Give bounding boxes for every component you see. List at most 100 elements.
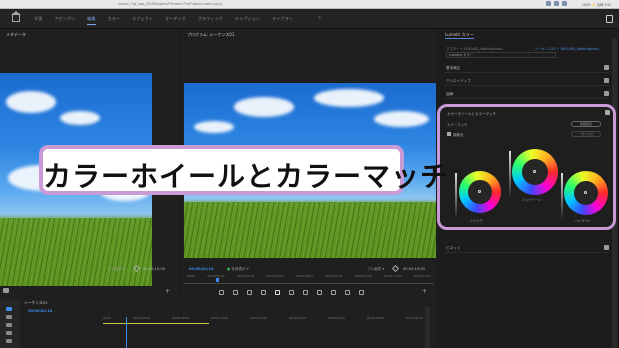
camera-icon[interactable]: [3, 288, 9, 293]
section-vignette[interactable]: ビネット: [444, 244, 609, 253]
go-to-in-icon[interactable]: [247, 290, 252, 295]
master-clip-label: マスター * 1645465_WaterdfaImo..: [446, 47, 505, 51]
mark-out-icon[interactable]: [233, 290, 238, 295]
midtone-slider[interactable]: [509, 151, 511, 197]
lumetri-sequence-clip[interactable]: シーケンス01 * 1645465_WaterdfaImo..: [535, 46, 601, 51]
extract-icon[interactable]: [331, 290, 336, 295]
track-select-icon[interactable]: [6, 315, 12, 319]
section-checkbox[interactable]: [604, 91, 609, 96]
source-zoom-label: フル画質: [107, 267, 122, 271]
lumetri-panel-title[interactable]: Lumetri カラー: [445, 32, 474, 39]
workspace-tab[interactable]: 編集: [81, 16, 101, 25]
section-curves[interactable]: 曲線: [444, 90, 609, 99]
color-wheels-title[interactable]: カラーホイールとカラーマッチ: [447, 112, 496, 117]
ripple-edit-icon[interactable]: [6, 323, 12, 327]
timeline-scrollbar[interactable]: [425, 307, 430, 348]
lumetri-master-clip[interactable]: マスター * 1645465_WaterdfaImo..: [446, 46, 504, 51]
workspace-tab[interactable]: アセンブリ: [48, 16, 81, 22]
program-fit-select[interactable]: ● 全体表示 ▾: [227, 267, 249, 272]
ruler-tick-label: 00;00;32;00: [405, 316, 423, 320]
compare-icon[interactable]: [359, 290, 364, 295]
highlight-slider[interactable]: [561, 173, 563, 219]
wifi-icon[interactable]: [562, 1, 567, 6]
workspace-tab[interactable]: 学習: [28, 16, 48, 22]
lumetri-preset-select[interactable]: Lumetri カラー: [446, 52, 556, 58]
share-icon[interactable]: [606, 15, 613, 23]
export-frame-icon[interactable]: [345, 290, 350, 295]
slip-tool-icon[interactable]: [6, 339, 12, 343]
play-icon[interactable]: [275, 290, 280, 295]
fit-dot: ●: [227, 267, 231, 271]
workspace-more-icon[interactable]: »: [318, 15, 321, 21]
workspace-tab[interactable]: エフェクト: [126, 16, 159, 22]
transport-controls: [219, 290, 364, 295]
wrench-icon[interactable]: [391, 264, 400, 273]
ruler-tick-label: 00;00;08;00: [171, 316, 190, 320]
ruler-tick-label: 00;00;14;00: [384, 274, 402, 278]
preset-label: Lumetri カラー: [449, 53, 474, 57]
sequence-timecode[interactable]: 00;00;02;10: [28, 309, 52, 313]
section-basic-correction[interactable]: 基本補正: [444, 64, 609, 73]
sequence-tab[interactable]: シーケンス01: [24, 300, 48, 306]
program-ruler[interactable]: 00;00 00;00;02;00 00;00;04;00 00;00;06;00 00…: [187, 274, 431, 278]
program-scrub-bar[interactable]: [184, 283, 434, 284]
step-forward-icon[interactable]: [289, 290, 294, 295]
shadow-slider[interactable]: [455, 173, 457, 219]
highlight-label: ハイライト: [575, 219, 591, 223]
lift-icon[interactable]: [317, 290, 322, 295]
workspace-tab[interactable]: カラー: [102, 16, 127, 22]
sequence-playhead[interactable]: [126, 317, 127, 348]
panel-header: Lumetri カラー: [439, 30, 619, 39]
apply-match-button[interactable]: 一致を適用: [571, 131, 601, 137]
source-add-button[interactable]: +: [165, 288, 170, 295]
callout-text: カラーホイールとカラーマッチ: [43, 160, 450, 193]
razor-tool-icon[interactable]: [6, 331, 12, 335]
workspace-tab[interactable]: キャプション: [229, 16, 266, 22]
source-zoom-select[interactable]: フル画質 ▾: [107, 267, 124, 272]
highlight-wheel-handle[interactable]: [584, 191, 587, 194]
face-detect-checkbox[interactable]: [447, 132, 451, 136]
program-panel-title[interactable]: プログラム: シーケンス01: [187, 32, 234, 38]
program-playhead[interactable]: [216, 278, 219, 282]
dropbox-icon[interactable]: [546, 1, 551, 6]
sequence-ruler[interactable]: 00;00 00;00;04;00 00;00;08;00 00;00;12;00 00…: [103, 316, 423, 320]
work-area-bar[interactable]: [103, 323, 209, 324]
ruler-tick-label: 00;00;10;00: [325, 274, 343, 278]
source-panel-title[interactable]: メタデータ: [6, 32, 26, 38]
window-titlebar: /Users/_Fuji_mac_2019/Dropbox/Premiere P…: [0, 0, 619, 9]
ruler-tick-label: 00;00;28;00: [366, 316, 384, 320]
program-zoom-select[interactable]: フル画質 ▾: [367, 267, 384, 272]
workspace-tab[interactable]: グラフィック: [192, 16, 229, 22]
ruler-tick-label: 00;00;08;00: [295, 274, 313, 278]
midtone-wheel-handle[interactable]: [533, 170, 536, 173]
color-wheels-section: カラーホイールとカラーマッチ カラーマッチ 比較表示 顔検出 一致を適用 シャド…: [437, 104, 616, 230]
program-add-button[interactable]: +: [422, 288, 427, 295]
cloud-icon[interactable]: [554, 1, 559, 6]
menubar-status-text: 100% ⚡ 近時 3:02: [581, 3, 611, 7]
program-fit-label: 全体表示: [231, 267, 246, 271]
workspace-tab[interactable]: ライブラリ: [266, 16, 299, 22]
ruler-tick-label: 00;00;04;00: [132, 316, 151, 320]
section-checkbox[interactable]: [604, 245, 609, 250]
section-checkbox[interactable]: [604, 78, 609, 83]
step-back-icon[interactable]: [261, 290, 266, 295]
mark-in-icon[interactable]: [219, 290, 224, 295]
home-icon[interactable]: [11, 11, 21, 22]
ruler-tick-label: 00;00;20;00: [288, 316, 306, 320]
section-label: ビネット: [446, 246, 461, 250]
ruler-tick-label: 00;00;24;00: [327, 316, 345, 320]
shadow-label: シャドウ: [470, 219, 483, 223]
go-to-out-icon[interactable]: [303, 290, 308, 295]
color-match-label: カラーマッチ: [447, 123, 468, 127]
compare-view-button[interactable]: 比較表示: [571, 121, 601, 127]
selection-tool-icon[interactable]: [6, 307, 12, 311]
workspace-tab[interactable]: オーディオ: [159, 16, 192, 22]
workspace-bar: 学習 アセンブリ 編集 カラー エフェクト オーディオ グラフィック キャプション ライブラリ …: [0, 9, 619, 29]
section-creative[interactable]: クリエイティブ: [444, 77, 609, 86]
section-label: クリエイティブ: [446, 79, 471, 83]
color-wheels-checkbox[interactable]: [605, 110, 610, 115]
program-timecode[interactable]: 00;00;02;10: [189, 267, 213, 271]
shadow-wheel-handle[interactable]: [478, 190, 481, 193]
workspace-tabs: 学習 アセンブリ 編集 カラー エフェクト オーディオ グラフィック キャプション ライブラリ: [28, 16, 299, 25]
section-checkbox[interactable]: [604, 65, 609, 70]
